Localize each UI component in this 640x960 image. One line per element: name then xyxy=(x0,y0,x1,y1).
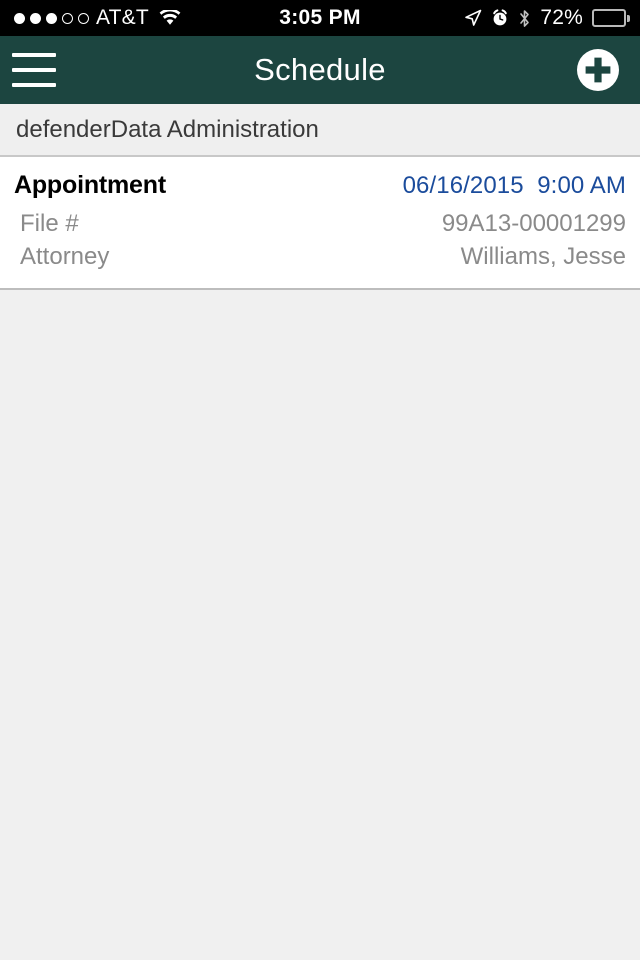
clock-time: 3:05 PM xyxy=(279,6,361,29)
empty-list-area xyxy=(0,289,640,960)
status-bar-left: AT&T xyxy=(0,6,181,30)
detail-label: Attorney xyxy=(20,242,110,270)
status-bar: AT&T 3:05 PM 72% xyxy=(0,0,640,36)
appointment-datetime: 06/16/2015 9:00 AM xyxy=(402,172,626,199)
content-area: defenderData Administration Appointment … xyxy=(0,104,640,960)
section-header: defenderData Administration xyxy=(0,104,640,157)
detail-row-attorney: Attorney Williams, Jesse xyxy=(14,243,626,272)
plus-circle-icon xyxy=(577,49,619,91)
app-root: AT&T 3:05 PM 72% Schedule defenderData A… xyxy=(0,0,640,960)
carrier-name: AT&T xyxy=(96,6,149,29)
battery-percentage: 72% xyxy=(540,6,583,29)
appointment-title: Appointment xyxy=(14,171,166,199)
detail-value: 99A13-00001299 xyxy=(441,210,626,237)
appointment-card[interactable]: Appointment 06/16/2015 9:00 AM File # 99… xyxy=(0,157,640,290)
appointment-header-row: Appointment 06/16/2015 9:00 AM xyxy=(14,171,626,200)
signal-strength-icon xyxy=(14,12,89,24)
section-header-label: defenderData Administration xyxy=(16,115,319,143)
battery-icon xyxy=(592,9,630,27)
add-appointment-button[interactable] xyxy=(576,48,620,92)
page-title: Schedule xyxy=(254,52,386,87)
alarm-clock-icon xyxy=(491,9,509,27)
status-bar-right: 72% xyxy=(464,0,630,36)
detail-row-file-number: File # 99A13-00001299 xyxy=(14,210,626,239)
navigation-bar: Schedule xyxy=(0,36,640,104)
detail-value: Williams, Jesse xyxy=(460,242,626,270)
wifi-icon xyxy=(159,10,181,26)
bluetooth-icon xyxy=(518,9,531,28)
detail-label: File # xyxy=(20,210,79,237)
location-arrow-icon xyxy=(464,9,482,27)
